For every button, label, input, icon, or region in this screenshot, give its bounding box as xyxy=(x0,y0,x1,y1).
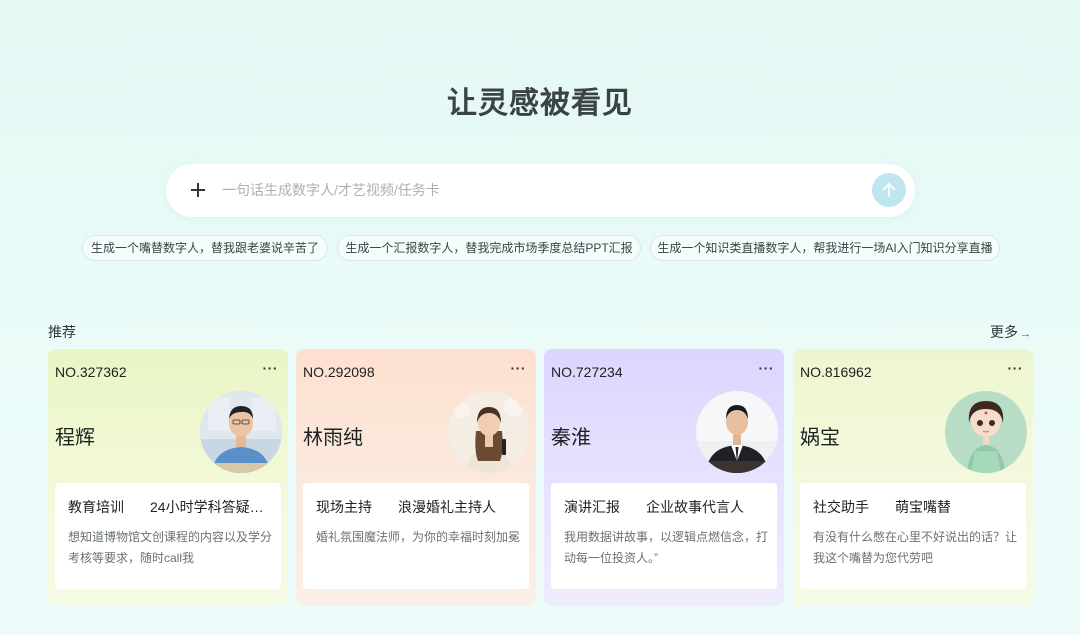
avatar xyxy=(945,391,1027,473)
card-description: 有没有什么憋在心里不好说出的话？让我这个嘴替为您代劳吧 xyxy=(813,530,1018,565)
card-role: 24小时学科答疑… xyxy=(150,499,264,515)
more-link[interactable]: 更多 → xyxy=(990,322,1031,342)
card-name: 秦淮 xyxy=(551,427,591,449)
ellipsis-icon[interactable]: ··· xyxy=(1008,361,1024,375)
avatar xyxy=(696,391,778,473)
card-detail: 演讲汇报 企业故事代言人 我用数据讲故事，以逻辑点燃信念，打动每一位投资人。” xyxy=(551,483,777,589)
suggestion-chip[interactable]: 生成一个嘴替数字人，替我跟老婆说辛苦了 xyxy=(82,235,328,261)
arrow-right-icon: → xyxy=(1020,328,1031,340)
card-number: NO.816962 xyxy=(800,364,872,380)
page-title: 让灵感被看见 xyxy=(447,87,633,120)
card-description: 想知道博物馆文创课程的内容以及学分考核等要求，随时call我 xyxy=(68,530,273,565)
avatar-card[interactable]: NO.292098 ··· 林雨纯 现场主持 浪漫婚礼主持人 婚礼氛围魔法师，为你… xyxy=(296,349,536,606)
arrow-up-icon xyxy=(882,183,896,197)
card-description: 婚礼氛围魔法师，为你的幸福时刻加冕 xyxy=(316,530,521,544)
avatar-card[interactable]: NO.327362 ··· 程辉 教育培训 24小时学科答疑… 想知道博物馆文创课… xyxy=(48,349,288,606)
card-name: 程辉 xyxy=(55,427,95,449)
section-label-recommend: 推荐 xyxy=(48,324,76,340)
avatar-card[interactable]: NO.816962 ··· 娲宝 社交助手 萌宝嘴替 有没有什么憋在心里不好说出的… xyxy=(793,349,1033,606)
card-tags: 演讲汇报 企业故事代言人 xyxy=(564,497,744,517)
avatar xyxy=(200,391,282,473)
card-number: NO.292098 xyxy=(303,364,375,380)
card-detail: 社交助手 萌宝嘴替 有没有什么憋在心里不好说出的话？让我这个嘴替为您代劳吧 xyxy=(800,483,1026,589)
send-button[interactable] xyxy=(872,173,906,207)
avatar-card[interactable]: NO.727234 ··· 秦淮 演讲汇报 企业故事代言人 我用数据讲故事，以逻辑… xyxy=(544,349,784,606)
ellipsis-icon[interactable]: ··· xyxy=(759,361,775,375)
prompt-bar xyxy=(166,164,915,217)
card-role: 萌宝嘴替 xyxy=(895,499,951,515)
card-name: 林雨纯 xyxy=(303,427,363,449)
avatar xyxy=(448,391,530,473)
card-detail: 现场主持 浪漫婚礼主持人 婚礼氛围魔法师，为你的幸福时刻加冕 xyxy=(303,483,529,589)
ellipsis-icon[interactable]: ··· xyxy=(263,361,279,375)
card-detail: 教育培训 24小时学科答疑… 想知道博物馆文创课程的内容以及学分考核等要求，随时c… xyxy=(55,483,281,589)
card-tags: 社交助手 萌宝嘴替 xyxy=(813,497,951,517)
card-tags: 教育培训 24小时学科答疑… xyxy=(68,497,264,517)
card-category: 社交助手 xyxy=(813,499,869,515)
prompt-input[interactable] xyxy=(222,178,862,202)
card-description: 我用数据讲故事，以逻辑点燃信念，打动每一位投资人。” xyxy=(564,530,769,565)
card-role: 企业故事代言人 xyxy=(646,499,744,515)
card-number: NO.327362 xyxy=(55,364,127,380)
card-name: 娲宝 xyxy=(800,427,840,449)
card-number: NO.727234 xyxy=(551,364,623,380)
card-role: 浪漫婚礼主持人 xyxy=(398,499,496,515)
plus-icon[interactable] xyxy=(186,178,210,202)
card-category: 演讲汇报 xyxy=(564,499,620,515)
card-tags: 现场主持 浪漫婚礼主持人 xyxy=(316,497,496,517)
suggestion-chip[interactable]: 生成一个知识类直播数字人，帮我进行一场AI入门知识分享直播 xyxy=(650,235,1000,261)
ellipsis-icon[interactable]: ··· xyxy=(511,361,527,375)
suggestion-chip[interactable]: 生成一个汇报数字人，替我完成市场季度总结PPT汇报 xyxy=(337,235,641,261)
more-link-label: 更多 xyxy=(990,324,1018,340)
card-category: 教育培训 xyxy=(68,499,124,515)
card-category: 现场主持 xyxy=(316,499,372,515)
